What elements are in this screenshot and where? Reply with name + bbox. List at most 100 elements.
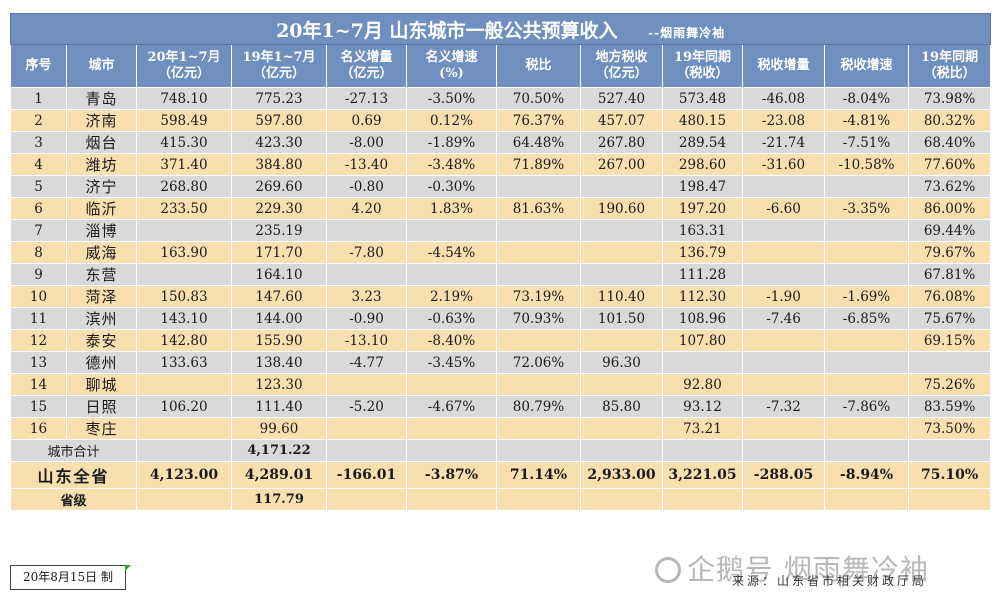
cell-city: 济南 [66,109,137,132]
cell-taxr [496,175,581,198]
cell-taxinc: -31.60 [742,153,825,176]
cell-tax [580,329,663,352]
column-header: 名义增量 （亿元） [326,44,407,88]
cell-v20: 142.80 [136,329,232,352]
province-taxr19: 75.10% [907,461,992,489]
cell-no: 11 [10,307,67,330]
cell-v19: 384.80 [231,153,327,176]
cell-inc: -7.80 [326,241,407,264]
cell [496,488,581,511]
province-v20: 4,123.00 [136,461,232,489]
cell-tax19: 93.12 [662,395,743,418]
cell-v20: 150.83 [136,285,232,308]
cell-tax: 85.80 [580,395,663,418]
cell-taxr19: 86.00% [907,197,992,220]
title-author: --烟雨舞冷袖 [648,25,726,40]
cell-taxrate [824,329,909,352]
city-total-v19: 4,171.22 [231,439,327,462]
cell [326,439,407,462]
cell-no: 3 [10,131,67,154]
cell-tax: 101.50 [580,307,663,330]
cell-taxinc [742,175,825,198]
table-row: 3 烟台 415.30 423.30 -8.00 -1.89% 64.48% 267.80 28… [10,131,992,154]
cell [580,488,663,511]
cell-rate: 1.83% [406,197,497,220]
cell-rate: -0.63% [406,307,497,330]
cell [907,488,992,511]
cell-taxinc [742,351,825,374]
cell-taxr19: 73.62% [907,175,992,198]
cell-rate: -1.89% [406,131,497,154]
cell-v19: 144.00 [231,307,327,330]
cell-rate: -8.40% [406,329,497,352]
cell-rate: 2.19% [406,285,497,308]
cell-taxinc [742,373,825,396]
cell [742,488,825,511]
cell-taxr19: 83.59% [907,395,992,418]
cell-v20 [136,373,232,396]
cell-city: 枣庄 [66,417,137,440]
province-tax: 2,933.00 [580,461,663,489]
cell-taxr: 76.37% [496,109,581,132]
cell [907,439,992,462]
cell-inc: -0.90 [326,307,407,330]
cell-v20 [136,219,232,242]
cell-v19: 775.23 [231,87,327,110]
cell-tax: 110.40 [580,285,663,308]
cell-tax [580,219,663,242]
cell-inc: -13.10 [326,329,407,352]
level-v19: 117.79 [231,488,327,511]
cell-taxr [496,263,581,286]
cell-taxr: 80.79% [496,395,581,418]
column-header: 税收增量 [742,44,825,88]
cell-v19: 164.10 [231,263,327,286]
cell [580,439,663,462]
cell-inc [326,263,407,286]
cell-inc: 4.20 [326,197,407,220]
province-tax19: 3,221.05 [662,461,743,489]
table-row: 11 滨州 143.10 144.00 -0.90 -0.63% 70.93% 101.50 1… [10,307,992,330]
cell-taxrate: -7.86% [824,395,909,418]
cell-v19: 111.40 [231,395,327,418]
cell-tax19: 163.31 [662,219,743,242]
cell-taxinc: -46.08 [742,87,825,110]
source-note: 来源：山东省市相关财政厅局 [732,574,928,588]
table-row: 4 潍坊 371.40 384.80 -13.40 -3.48% 71.89% 267.00 2… [10,153,992,176]
cell-inc: -4.77 [326,351,407,374]
cell-v19: 99.60 [231,417,327,440]
cell-tax: 457.07 [580,109,663,132]
cell-v19: 123.30 [231,373,327,396]
cell-tax: 267.00 [580,153,663,176]
cell [406,439,497,462]
cell-inc [326,417,407,440]
cell-tax19 [662,351,743,374]
cell [136,488,232,511]
province-taxinc: -288.05 [742,461,825,489]
cell-city: 潍坊 [66,153,137,176]
cell-taxr [496,417,581,440]
cell-city: 淄博 [66,219,137,242]
table-row: 12 泰安 142.80 155.90 -13.10 -8.40% 107.80 69.15% [10,329,992,352]
table-row: 16 枣庄 99.60 73.21 73.50% [10,417,992,440]
column-header: 城市 [66,44,137,88]
cell-taxrate [824,263,909,286]
cell-v20: 371.40 [136,153,232,176]
province-taxrate: -8.94% [824,461,909,489]
cell-tax19: 198.47 [662,175,743,198]
cell-rate [406,263,497,286]
table-row: 1 青岛 748.10 775.23 -27.13 -3.50% 70.50% 527.40 5… [10,87,992,110]
column-header: 名义增速 (%) [406,44,497,88]
cell-city: 临沂 [66,197,137,220]
cell-v20: 268.80 [136,175,232,198]
cell-city: 菏泽 [66,285,137,308]
cell-tax19: 298.60 [662,153,743,176]
cell-taxr19: 69.44% [907,219,992,242]
cell-taxinc [742,219,825,242]
cell-taxrate [824,373,909,396]
cell-rate [406,417,497,440]
cell-rate: -4.54% [406,241,497,264]
cell-rate: 0.12% [406,109,497,132]
cell-v19: 229.30 [231,197,327,220]
cell [662,488,743,511]
cell-v20 [136,263,232,286]
